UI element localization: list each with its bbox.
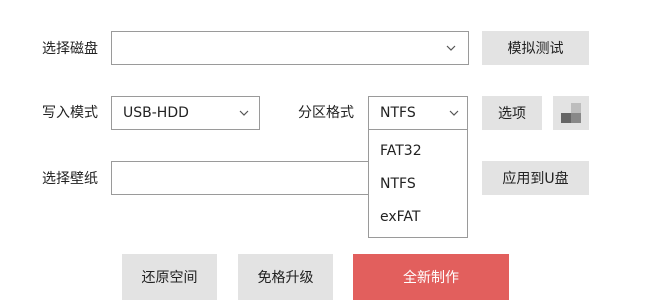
partition-option-exfat[interactable]: exFAT [380,208,420,226]
write-mode-select[interactable]: USB-HDD [111,96,260,130]
chevron-down-icon [449,110,459,116]
simulate-test-button[interactable]: 模拟测试 [482,31,589,65]
wallpaper-label: 选择壁纸 [42,171,98,187]
toggle-button[interactable] [553,96,589,130]
new-create-button[interactable]: 全新制作 [353,254,509,300]
write-mode-label: 写入模式 [42,105,98,121]
partition-option-fat32[interactable]: FAT32 [380,142,422,160]
checker-icon [561,103,581,123]
restore-space-button[interactable]: 还原空间 [122,254,217,300]
disk-select[interactable] [111,31,469,65]
partition-option-ntfs[interactable]: NTFS [380,175,416,193]
wallpaper-input[interactable] [111,161,368,195]
disk-label: 选择磁盘 [42,41,98,57]
partition-label: 分区格式 [298,105,354,121]
format-free-upgrade-button[interactable]: 免格升级 [238,254,333,300]
chevron-down-icon [239,110,249,116]
apply-to-usb-button[interactable]: 应用到U盘 [482,161,589,195]
chevron-down-icon [446,45,456,51]
options-button[interactable]: 选项 [482,96,542,130]
partition-select[interactable]: NTFS [368,96,468,130]
partition-dropdown-list: FAT32 NTFS exFAT [368,130,468,238]
